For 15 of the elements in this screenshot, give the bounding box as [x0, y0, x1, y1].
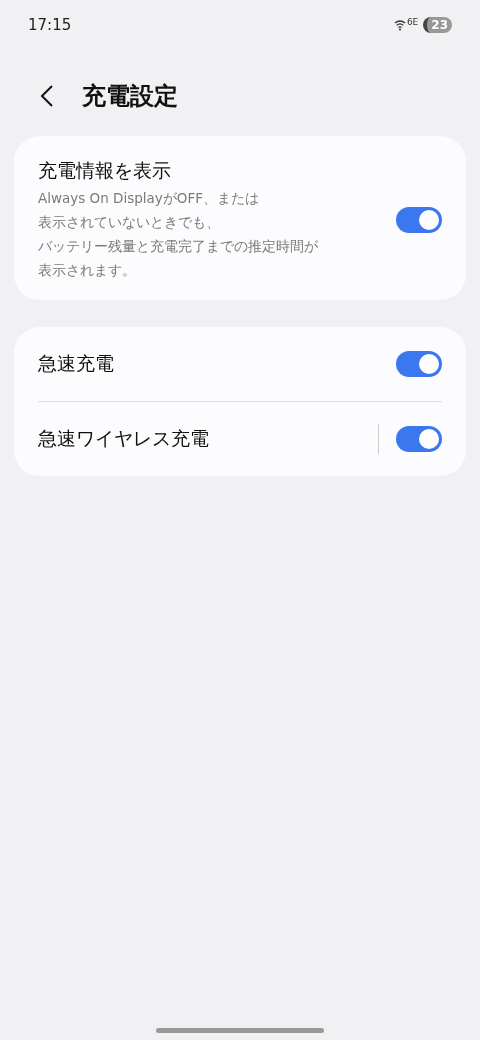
setting-label: 急速ワイヤレス充電: [38, 426, 210, 451]
setting-description: Always On DisplayがOFF、または 表示されていないときでも、 バッテリー残量と充電完了までの推定時間が 表示されます。: [38, 189, 319, 280]
setting-row[interactable]: 充電情報を表示 Always On DisplayがOFF、または 表示されていないときでも、 バッテリー残量と充電完了までの推定時間が 表示されます。: [38, 136, 442, 300]
wifi-icon: [393, 19, 406, 31]
setting-label: 充電情報を表示: [38, 158, 172, 183]
setting-row[interactable]: 急速充電: [38, 327, 442, 401]
setting-label: 急速充電: [38, 351, 115, 376]
network-label: 6E: [406, 17, 419, 27]
toggle-switch[interactable]: [396, 351, 442, 377]
battery-level: 23: [423, 17, 452, 33]
toggle-switch[interactable]: [396, 207, 442, 233]
toggle-switch[interactable]: [396, 426, 442, 452]
status-time: 17:15: [28, 16, 72, 34]
page-title: 充電設定: [82, 81, 178, 112]
setting-row[interactable]: 急速ワイヤレス充電: [38, 402, 442, 476]
